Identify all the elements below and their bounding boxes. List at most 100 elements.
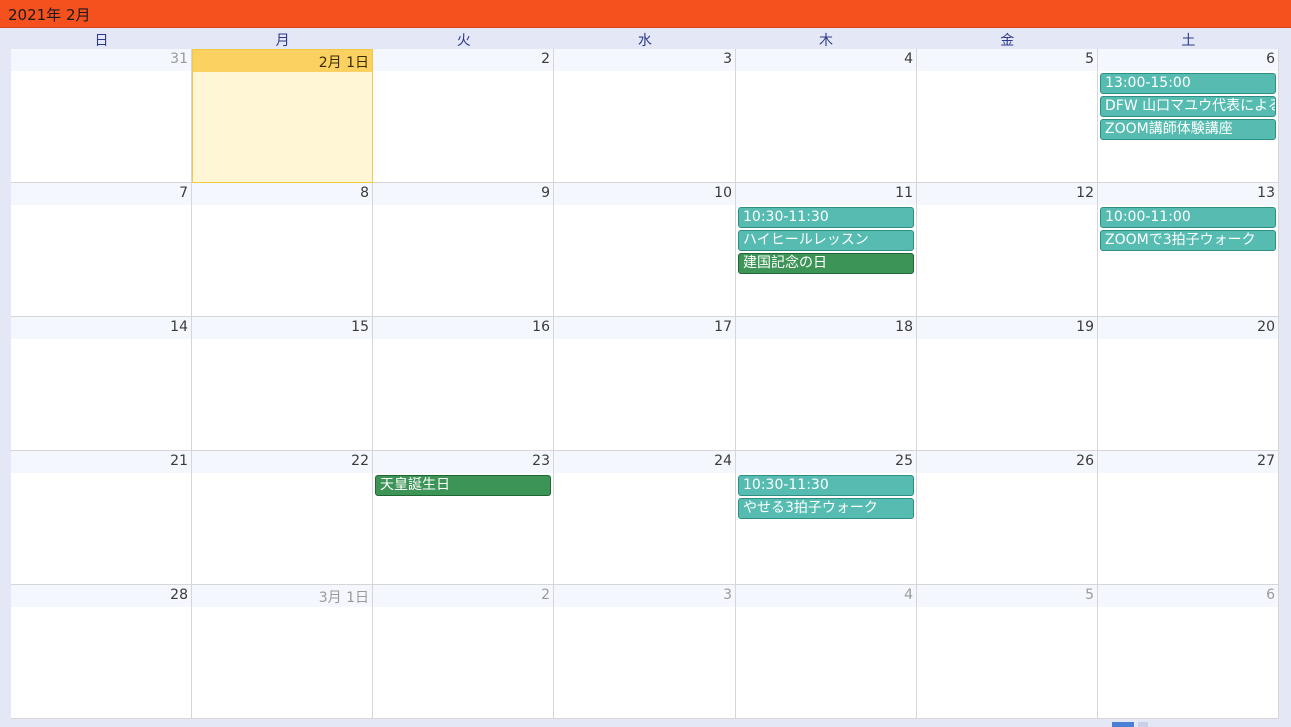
day-cell[interactable]: 16: [373, 317, 554, 451]
day-cell[interactable]: 17: [554, 317, 736, 451]
day-number[interactable]: 31: [170, 51, 188, 67]
day-cell[interactable]: 27: [1098, 451, 1279, 585]
day-number[interactable]: 13: [1257, 185, 1275, 201]
weekday-label: 金: [1000, 33, 1015, 49]
calendar-event[interactable]: 10:30-11:30: [738, 207, 914, 228]
day-cell[interactable]: 4: [736, 49, 917, 183]
weekday-label: 火: [456, 33, 471, 49]
day-cell[interactable]: 6: [1098, 585, 1279, 719]
day-header-bar: [373, 49, 553, 71]
day-number[interactable]: 2月 1日: [319, 52, 369, 72]
day-header-bar: [736, 451, 916, 473]
day-number[interactable]: 7: [179, 185, 188, 201]
day-header-bar: [192, 451, 372, 473]
day-cell[interactable]: 19: [917, 317, 1098, 451]
day-header-bar: [11, 49, 191, 71]
day-header-bar: [373, 451, 553, 473]
day-cell[interactable]: 22: [192, 451, 373, 585]
day-cell[interactable]: 6 13:00-15:00 DFW 山口マユウ代表による ZOOM講師体験講座: [1098, 49, 1279, 183]
day-number[interactable]: 9: [541, 185, 550, 201]
day-number[interactable]: 26: [1076, 453, 1094, 469]
day-number[interactable]: 2: [541, 51, 550, 67]
calendar-event[interactable]: DFW 山口マユウ代表による: [1100, 96, 1276, 117]
day-number[interactable]: 27: [1257, 453, 1275, 469]
scroll-indicator-track[interactable]: [1138, 722, 1148, 727]
day-cell[interactable]: 13 10:00-11:00 ZOOMで3拍子ウォーク: [1098, 183, 1279, 317]
day-header-bar: [192, 317, 372, 339]
calendar-event[interactable]: やせる3拍子ウォーク: [738, 498, 914, 519]
day-number[interactable]: 6: [1266, 51, 1275, 67]
day-number[interactable]: 5: [1085, 51, 1094, 67]
weekday-label: 月: [275, 33, 290, 49]
weekday-label: 水: [637, 33, 652, 49]
day-number[interactable]: 25: [895, 453, 913, 469]
scroll-indicator[interactable]: [1112, 722, 1134, 727]
day-header-bar: [11, 585, 191, 607]
day-number[interactable]: 10: [714, 185, 732, 201]
day-number[interactable]: 22: [351, 453, 369, 469]
calendar-event[interactable]: 建国記念の日: [738, 253, 914, 274]
day-cell[interactable]: 9: [373, 183, 554, 317]
day-cell[interactable]: 25 10:30-11:30 やせる3拍子ウォーク: [736, 451, 917, 585]
day-number[interactable]: 2: [541, 587, 550, 603]
day-header-bar: [917, 585, 1097, 607]
calendar-event[interactable]: ハイヒールレッスン: [738, 230, 914, 251]
day-number[interactable]: 4: [904, 587, 913, 603]
day-header-bar: [554, 49, 735, 71]
day-header-bar: [736, 317, 916, 339]
day-number[interactable]: 4: [904, 51, 913, 67]
day-number[interactable]: 16: [532, 319, 550, 335]
day-number[interactable]: 14: [170, 319, 188, 335]
day-cell[interactable]: 12: [917, 183, 1098, 317]
day-number[interactable]: 20: [1257, 319, 1275, 335]
day-cell[interactable]: 11 10:30-11:30 ハイヒールレッスン 建国記念の日: [736, 183, 917, 317]
day-cell[interactable]: 5: [917, 49, 1098, 183]
day-number[interactable]: 5: [1085, 587, 1094, 603]
day-number[interactable]: 3月 1日: [319, 587, 369, 607]
day-number[interactable]: 28: [170, 587, 188, 603]
day-cell[interactable]: 2: [373, 49, 554, 183]
day-header-bar: [917, 451, 1097, 473]
day-cell[interactable]: 28: [11, 585, 192, 719]
day-cell[interactable]: 8: [192, 183, 373, 317]
day-number[interactable]: 18: [895, 319, 913, 335]
day-cell[interactable]: 10: [554, 183, 736, 317]
day-number[interactable]: 19: [1076, 319, 1094, 335]
day-number[interactable]: 12: [1076, 185, 1094, 201]
day-cell[interactable]: 5: [917, 585, 1098, 719]
day-cell[interactable]: 2月 1日: [192, 49, 373, 183]
day-header-bar: [917, 183, 1097, 205]
calendar-event[interactable]: 13:00-15:00: [1100, 73, 1276, 94]
calendar-event[interactable]: 10:30-11:30: [738, 475, 914, 496]
day-number[interactable]: 21: [170, 453, 188, 469]
day-cell[interactable]: 14: [11, 317, 192, 451]
day-number[interactable]: 24: [714, 453, 732, 469]
day-number[interactable]: 8: [360, 185, 369, 201]
day-cell[interactable]: 18: [736, 317, 917, 451]
day-cell[interactable]: 21: [11, 451, 192, 585]
day-number[interactable]: 17: [714, 319, 732, 335]
day-number[interactable]: 6: [1266, 587, 1275, 603]
day-cell[interactable]: 3: [554, 585, 736, 719]
calendar-event[interactable]: ZOOM講師体験講座: [1100, 119, 1276, 140]
calendar-event[interactable]: 10:00-11:00: [1100, 207, 1276, 228]
day-cell[interactable]: 15: [192, 317, 373, 451]
day-cell[interactable]: 2: [373, 585, 554, 719]
day-number[interactable]: 15: [351, 319, 369, 335]
day-number[interactable]: 11: [895, 185, 913, 201]
day-cell[interactable]: 26: [917, 451, 1098, 585]
day-cell[interactable]: 31: [11, 49, 192, 183]
calendar-event[interactable]: ZOOMで3拍子ウォーク: [1100, 230, 1276, 251]
day-header-bar: [11, 451, 191, 473]
day-cell[interactable]: 20: [1098, 317, 1279, 451]
calendar-event[interactable]: 天皇誕生日: [375, 475, 551, 496]
day-cell[interactable]: 3月 1日: [192, 585, 373, 719]
day-number[interactable]: 23: [532, 453, 550, 469]
day-number[interactable]: 3: [723, 587, 732, 603]
day-cell[interactable]: 23 天皇誕生日: [373, 451, 554, 585]
day-cell[interactable]: 4: [736, 585, 917, 719]
day-number[interactable]: 3: [723, 51, 732, 67]
day-cell[interactable]: 3: [554, 49, 736, 183]
day-cell[interactable]: 7: [11, 183, 192, 317]
day-cell[interactable]: 24: [554, 451, 736, 585]
